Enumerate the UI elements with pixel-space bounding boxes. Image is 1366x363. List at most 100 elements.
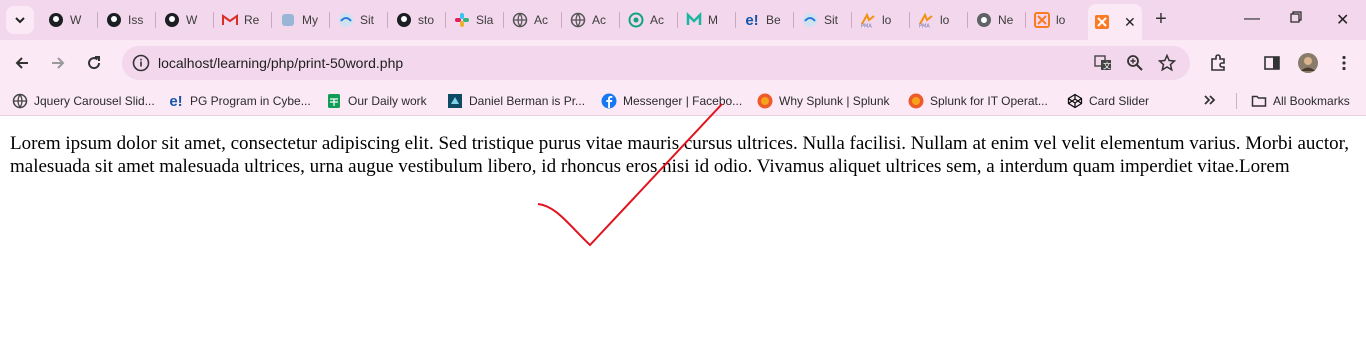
- github-icon: [396, 12, 412, 28]
- slack-icon: [454, 12, 470, 28]
- more-bookmarks-button[interactable]: [1203, 92, 1217, 110]
- edureka-icon: e!: [745, 11, 759, 29]
- close-window-icon[interactable]: ✕: [1336, 10, 1349, 30]
- bookmark-item[interactable]: Daniel Berman is Pr...: [447, 92, 585, 110]
- tab[interactable]: W: [40, 0, 98, 40]
- site-icon: [338, 12, 354, 28]
- avatar[interactable]: [1297, 52, 1319, 74]
- url-text[interactable]: localhost/learning/php/print-50word.php: [158, 55, 403, 71]
- toolbar: localhost/learning/php/print-50word.php …: [0, 40, 1366, 86]
- tab-label: sto: [418, 13, 435, 27]
- menu-icon[interactable]: [1333, 52, 1355, 74]
- tab-label: Iss: [128, 13, 144, 27]
- tab-label: Be: [766, 13, 781, 27]
- tab-label: M: [708, 13, 718, 27]
- tab-active[interactable]: ✕: [1088, 4, 1142, 40]
- new-tab-button[interactable]: +: [1150, 9, 1172, 31]
- splunk-icon: [908, 93, 924, 109]
- facebook-icon: [601, 93, 617, 109]
- tab[interactable]: Ne: [968, 0, 1026, 40]
- tab-label: My: [302, 13, 318, 27]
- tab[interactable]: Ac: [504, 0, 562, 40]
- chevron-down-icon: [15, 17, 25, 24]
- phpmyadmin-icon: PMA: [860, 12, 876, 28]
- arrow-left-icon: [15, 57, 28, 69]
- folder-icon: [1251, 93, 1267, 109]
- github-icon: [164, 12, 180, 28]
- globe-icon: [570, 12, 586, 28]
- bookmark-item[interactable]: Why Splunk | Splunk: [757, 92, 890, 110]
- bookmark-label: Card Slider: [1089, 94, 1150, 108]
- forward-button[interactable]: [46, 51, 70, 75]
- tab-label: Ne: [998, 13, 1014, 27]
- tab[interactable]: Sla: [446, 0, 504, 40]
- chrome-icon: [976, 12, 992, 28]
- github-icon: [106, 12, 122, 28]
- tab[interactable]: W: [156, 0, 214, 40]
- tab[interactable]: Sit: [330, 0, 388, 40]
- tab-label: Ac: [534, 13, 549, 27]
- all-bookmarks-button[interactable]: All Bookmarks: [1251, 92, 1350, 110]
- bookmark-item[interactable]: Our Daily work: [326, 92, 427, 110]
- tab[interactable]: PMA lo: [852, 0, 910, 40]
- chatgpt-icon: [628, 12, 644, 28]
- tab[interactable]: sto: [388, 0, 446, 40]
- reload-button[interactable]: [82, 51, 106, 75]
- codepen-icon: [1067, 93, 1083, 109]
- tab-label: W: [186, 13, 198, 27]
- bookmark-label: Why Splunk | Splunk: [779, 94, 890, 108]
- tab-label: Sla: [476, 13, 494, 27]
- bookmark-label: Splunk for IT Operat...: [930, 94, 1048, 108]
- translate-icon[interactable]: 文: [1094, 54, 1112, 72]
- tab-label: lo: [940, 13, 950, 27]
- bookmark-item[interactable]: Splunk for IT Operat...: [908, 92, 1048, 110]
- bookmark-item[interactable]: Jquery Carousel Slid...: [12, 92, 155, 110]
- tab-label: lo: [1056, 13, 1066, 27]
- address-bar[interactable]: localhost/learning/php/print-50word.php …: [122, 46, 1190, 80]
- edureka-icon: e!: [169, 92, 183, 110]
- minimize-icon[interactable]: —: [1244, 10, 1260, 28]
- site-info-icon[interactable]: [132, 54, 150, 77]
- tab[interactable]: M: [678, 0, 736, 40]
- tab[interactable]: Ac: [562, 0, 620, 40]
- zoom-icon[interactable]: [1126, 54, 1144, 72]
- arrow-right-icon: [52, 57, 65, 69]
- globe-icon: [512, 12, 528, 28]
- tab[interactable]: Sit: [794, 0, 852, 40]
- bookmark-star-icon[interactable]: [1158, 54, 1176, 72]
- app-icon: [280, 12, 296, 28]
- back-button[interactable]: [10, 51, 34, 75]
- tab-label: Re: [244, 13, 260, 27]
- xampp-icon: [1094, 14, 1110, 30]
- gmail-icon: [222, 12, 238, 28]
- tab[interactable]: Iss: [98, 0, 156, 40]
- tab[interactable]: Re: [214, 0, 272, 40]
- tab[interactable]: lo: [1026, 0, 1084, 40]
- tab-search-button[interactable]: [6, 6, 34, 34]
- site-icon: [447, 93, 463, 109]
- tab-label: W: [70, 13, 82, 27]
- site-icon: [802, 12, 818, 28]
- tab-label: Sit: [824, 13, 839, 27]
- bookmark-label: PG Program in Cybe...: [190, 94, 311, 108]
- tab-label: Ac: [650, 13, 665, 27]
- bookmark-label: Jquery Carousel Slid...: [34, 94, 155, 108]
- bookmarks-bar: Jquery Carousel Slid... e! PG Program in…: [0, 86, 1366, 116]
- restore-icon[interactable]: [1290, 10, 1302, 28]
- bookmark-item[interactable]: e! PG Program in Cybe...: [168, 92, 311, 110]
- github-icon: [48, 12, 64, 28]
- bookmark-label: Our Daily work: [348, 94, 427, 108]
- svg-text:PMA: PMA: [919, 24, 930, 29]
- tab[interactable]: Ac: [620, 0, 678, 40]
- close-tab-icon[interactable]: ✕: [1124, 14, 1136, 31]
- tab[interactable]: e! Be: [736, 0, 794, 40]
- tab-label: Ac: [592, 13, 607, 27]
- bookmark-item[interactable]: Messenger | Facebo...: [601, 92, 742, 110]
- phpmyadmin-icon: PMA: [918, 12, 934, 28]
- side-panel-icon[interactable]: [1261, 52, 1283, 74]
- bookmark-item[interactable]: Card Slider: [1067, 92, 1149, 110]
- double-chevron-right-icon: [1203, 93, 1217, 110]
- tab[interactable]: My: [272, 0, 330, 40]
- tab[interactable]: PMA lo: [910, 0, 968, 40]
- extensions-icon[interactable]: [1207, 52, 1229, 74]
